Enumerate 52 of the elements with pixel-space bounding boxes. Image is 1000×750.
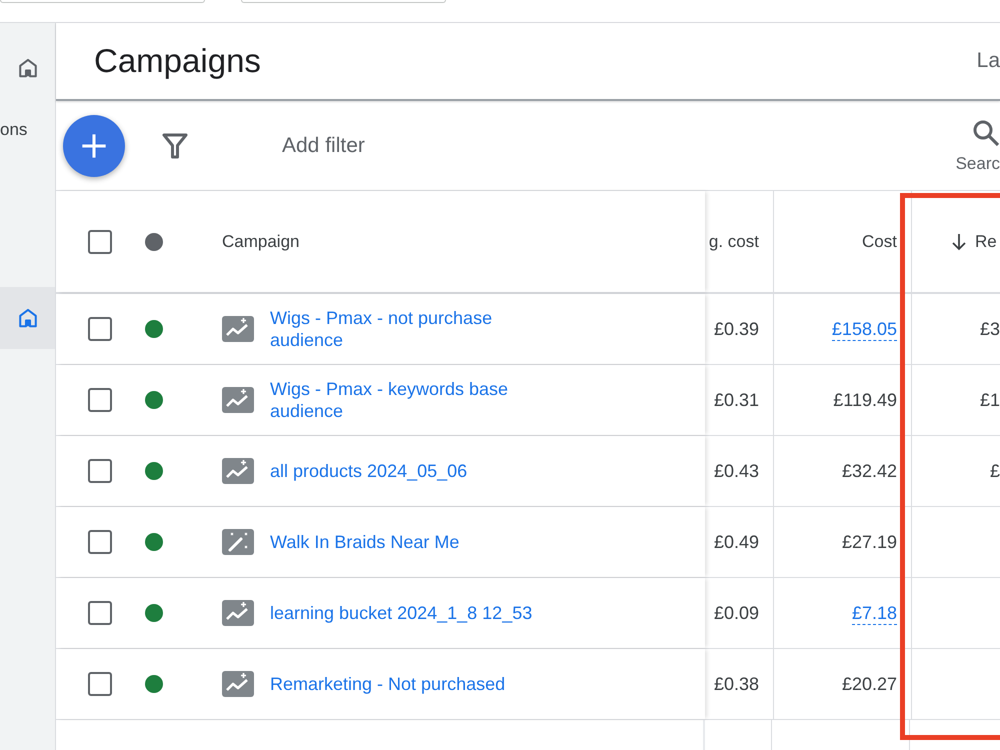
page-title: Campaigns <box>94 41 261 81</box>
nav-label[interactable]: ons <box>0 120 28 140</box>
cost-link[interactable]: £7.18 <box>852 602 897 624</box>
add-button[interactable] <box>63 114 125 176</box>
rounded-field[interactable] <box>241 0 446 3</box>
table-cell: £0.31 <box>714 389 759 411</box>
column-header[interactable]: Cost <box>862 232 897 252</box>
table-cell: £0.38 <box>714 673 759 695</box>
table-cell: £0.39 <box>714 318 759 340</box>
checkbox[interactable] <box>88 388 112 412</box>
nav-item-selected[interactable] <box>0 287 55 349</box>
table-cell: £0.43 <box>714 460 759 482</box>
add-filter-button[interactable]: Add filter <box>282 134 365 158</box>
search-icon <box>972 118 1000 146</box>
table-cell: £0.49 <box>714 531 759 553</box>
filter-icon[interactable] <box>162 132 188 160</box>
sparkle-chart-icon <box>222 458 254 484</box>
campaign-link[interactable]: learning bucket 2024_1_8 12_53 <box>270 602 532 624</box>
column-header[interactable]: g. cost <box>708 232 759 252</box>
rounded-field[interactable] <box>0 0 205 3</box>
sparkle-chart-icon <box>222 316 254 342</box>
sparkle-chart-icon <box>222 387 254 413</box>
sparkle-chart-icon <box>222 671 254 697</box>
checkbox[interactable] <box>88 317 112 341</box>
table-cell: £3 <box>980 318 1000 340</box>
magic-wand-icon <box>222 529 254 555</box>
checkbox[interactable] <box>88 601 112 625</box>
sparkle-chart-icon <box>222 600 254 626</box>
cost-link[interactable]: £158.05 <box>832 318 897 340</box>
table-cell: £20.27 <box>842 673 897 695</box>
home-icon <box>16 307 38 329</box>
checkbox[interactable] <box>88 230 112 254</box>
home-icon <box>16 57 38 79</box>
table-cell: £ <box>990 460 1000 482</box>
checkbox[interactable] <box>88 530 112 554</box>
table-cell: £32.42 <box>842 460 897 482</box>
header-text: La <box>976 49 1000 73</box>
checkbox[interactable] <box>88 459 112 483</box>
table-cell: £0.09 <box>714 602 759 624</box>
table-cell: £27.19 <box>842 531 897 553</box>
table-cell: £119.49 <box>833 389 897 411</box>
campaign-link[interactable]: Wigs - Pmax - keywords base audience <box>270 378 560 422</box>
campaign-link[interactable]: Remarketing - Not purchased <box>270 673 506 695</box>
campaign-link[interactable]: all products 2024_05_06 <box>270 460 468 482</box>
column-header[interactable]: Re <box>951 232 997 252</box>
checkbox[interactable] <box>88 672 112 696</box>
search-button[interactable]: Searc <box>956 118 1000 172</box>
campaign-link[interactable]: Walk In Braids Near Me <box>270 531 460 553</box>
table-cell: £1 <box>980 389 1000 411</box>
plus-icon <box>80 132 108 160</box>
column-header[interactable]: Campaign <box>222 232 300 252</box>
campaign-link[interactable]: Wigs - Pmax - not purchase audience <box>270 307 560 351</box>
